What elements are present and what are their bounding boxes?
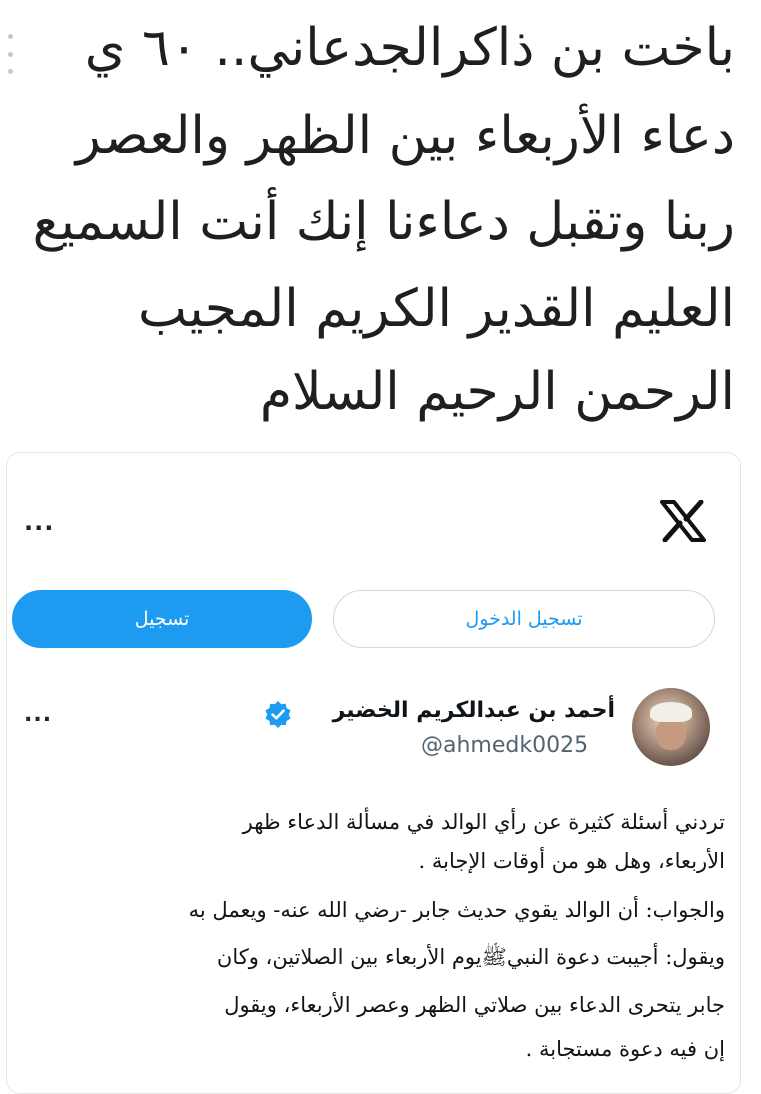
post-header-text: باخت بن ذاكرالجدعاني.. ٦٠ ي دعاء الأربعا… <box>0 0 761 450</box>
post-body-line-3: والجواب: أن الوالد يقوي حديث جابر -رضي ا… <box>188 898 725 922</box>
title-line-5: الرحمن الرحيم السلام <box>259 362 735 422</box>
title-line-3: ربنا وتقبل دعاءنا إنك أنت السميع <box>32 192 735 252</box>
x-logo-icon[interactable] <box>660 500 706 542</box>
post-more-button[interactable]: ... <box>24 702 52 727</box>
title-line-1: باخت بن ذاكرالجدعاني.. ٦٠ ي <box>84 18 735 78</box>
verified-badge-icon <box>265 701 291 728</box>
more-options-icon[interactable] <box>6 34 14 74</box>
login-button[interactable]: تسجيل الدخول <box>333 590 715 648</box>
title-line-2: دعاء الأربعاء بين الظهر والعصر <box>75 106 735 166</box>
user-handle[interactable]: @ahmedk0025 <box>421 733 588 758</box>
post-body-line-4: ويقول: أجيبت دعوة النبيﷺيوم الأربعاء بين… <box>216 945 725 969</box>
post-body-line-1: تردني أسئلة كثيرة عن رأي الوالد في مسألة… <box>242 810 725 834</box>
card-more-button[interactable]: ... <box>24 508 54 536</box>
avatar[interactable] <box>632 688 710 766</box>
post-body-line-6: إن فيه دعوة مستجابة . <box>525 1037 725 1061</box>
post-body-line-5: جابر يتحرى الدعاء بين صلاتي الظهر وعصر ا… <box>224 993 725 1017</box>
display-name[interactable]: أحمد بن عبدالكريم الخضير <box>333 698 615 723</box>
post-body-line-2: الأربعاء، وهل هو من أوقات الإجابة . <box>418 849 725 873</box>
signup-button[interactable]: تسجيل <box>12 590 312 648</box>
title-line-4: العليم القدير الكريم المجيب <box>138 279 735 339</box>
